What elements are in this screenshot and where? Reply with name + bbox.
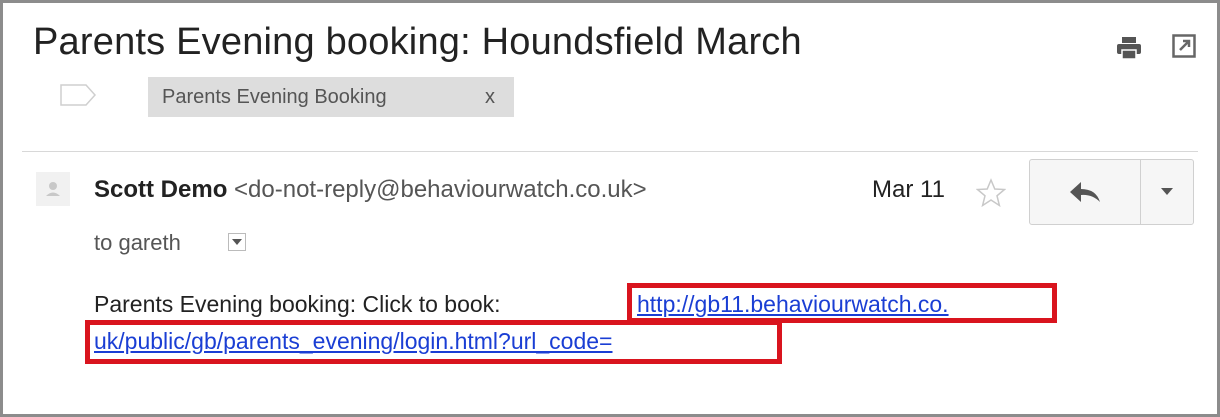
highlight-box-link-line-1 [627, 283, 1057, 323]
label-chip-text: Parents Evening Booking [162, 85, 387, 108]
label-tag-icon[interactable] [60, 84, 97, 111]
show-details-button[interactable] [228, 233, 246, 251]
label-chip[interactable]: Parents Evening Booking x [148, 77, 514, 117]
remove-label-button[interactable]: x [485, 86, 495, 109]
star-icon[interactable] [975, 178, 1007, 213]
reply-arrow-icon [1070, 182, 1100, 202]
sender-address: <do-not-reply@behaviourwatch.co.uk> [234, 176, 647, 203]
recipient-line: to gareth [94, 230, 181, 255]
show-details-icon [232, 239, 242, 245]
sender-line: Scott Demo <do-not-reply@behaviourwatch.… [94, 176, 647, 204]
avatar [36, 172, 70, 206]
open-in-new-window-icon[interactable] [1172, 34, 1196, 63]
dropdown-triangle-icon [1161, 188, 1173, 195]
person-avatar-icon [46, 182, 60, 196]
email-subject: Parents Evening booking: Houndsfield Mar… [33, 21, 802, 63]
reply-button-group [1029, 159, 1194, 225]
email-body-text: Parents Evening booking: Click to book: [94, 291, 501, 317]
highlight-box-link-line-2 [85, 320, 782, 364]
header-divider [22, 151, 1198, 152]
reply-button[interactable] [1030, 160, 1141, 224]
more-options-button[interactable] [1141, 160, 1193, 224]
sender-name[interactable]: Scott Demo [94, 176, 227, 203]
print-icon[interactable] [1116, 36, 1142, 65]
email-date: Mar 11 [872, 176, 945, 203]
